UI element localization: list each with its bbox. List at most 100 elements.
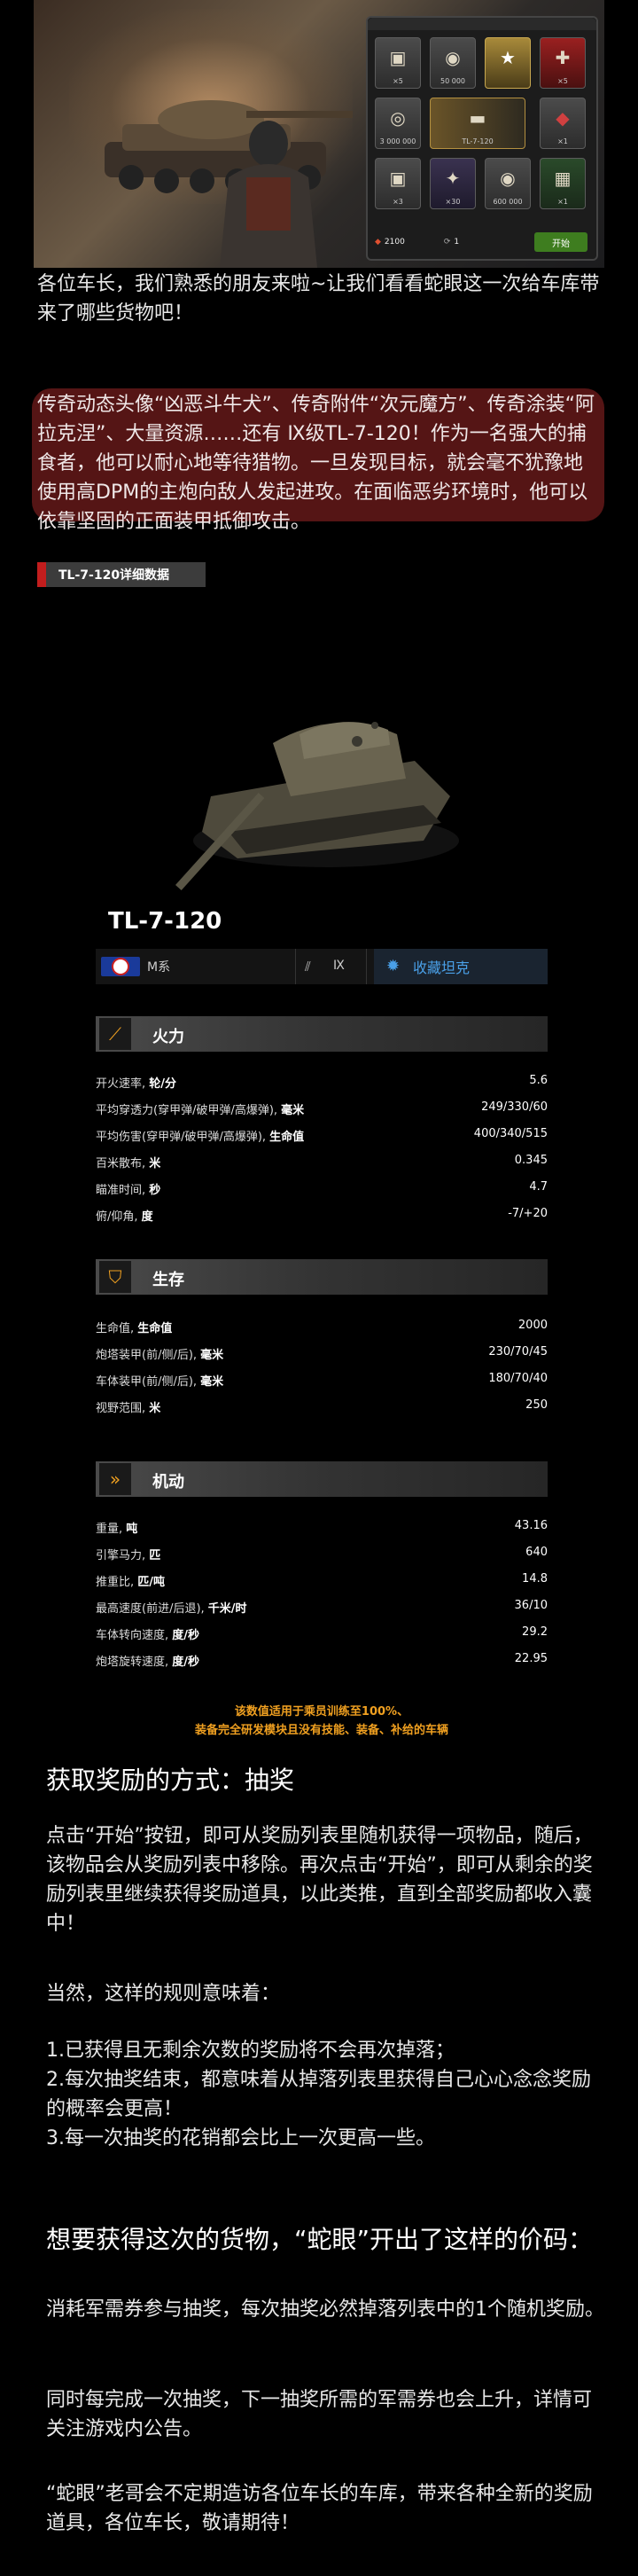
tank-render — [175, 722, 459, 891]
stat-label: 平均伤害(穿甲弹/破甲弹/高爆弹), — [96, 1131, 270, 1144]
stat-row: 平均伤害(穿甲弹/破甲弹/高爆弹), 生命值 400/340/515 — [96, 1121, 548, 1147]
stat-row: 平均穿透力(穿甲弹/破甲弹/高爆弹), 毫米 249/330/60 — [96, 1094, 548, 1121]
price-title: 想要获得这次的货物，“蛇眼”开出了这样的价码： — [46, 2225, 594, 2254]
stat-label: 生命值, — [96, 1322, 138, 1335]
chevrons-right-icon: » — [99, 1463, 131, 1495]
category-firepower: ⟋ 火力 — [96, 1016, 548, 1052]
reward-tile[interactable]: ◆ ×1 — [540, 98, 586, 149]
stat-label: 炮塔旋转速度, — [96, 1656, 173, 1669]
stat-label: 俯/仰角, — [96, 1210, 142, 1224]
stat-value: 250 — [525, 1398, 548, 1412]
stat-unit: 度 — [141, 1210, 153, 1224]
stat-value: 29.2 — [522, 1625, 548, 1639]
stat-row: 视野范围, 米 250 — [96, 1392, 548, 1419]
stat-row: 重量, 吨 43.16 — [96, 1513, 548, 1539]
reward-tile[interactable]: ★ — [485, 37, 531, 89]
stat-label: 炮塔装甲(前/侧/后), — [96, 1349, 201, 1362]
stat-name: 车体装甲(前/侧/后), 毫米 — [96, 1372, 223, 1389]
tank-box-icon: ▣ — [389, 168, 407, 189]
stat-value: 4.7 — [529, 1180, 548, 1194]
stat-label: 车体装甲(前/侧/后), — [96, 1375, 201, 1389]
reward-tile[interactable]: ▦ ×1 — [540, 158, 586, 209]
stat-label: 瞄准时间, — [96, 1184, 150, 1197]
start-button[interactable]: 开始 — [534, 232, 587, 252]
stat-unit: 米 — [149, 1157, 161, 1171]
tile-label: 3 000 000 — [379, 137, 416, 145]
stat-unit: 轮/分 — [149, 1077, 177, 1091]
collect-tank-button[interactable]: ✹ 收藏坦克 — [374, 949, 548, 984]
stat-value: 2000 — [517, 1319, 548, 1332]
stat-unit: 千米/时 — [207, 1602, 247, 1616]
reward-tile[interactable]: ◉ 600 000 — [485, 158, 531, 209]
category-mobility: » 机动 — [96, 1461, 548, 1497]
stat-name: 推重比, 匹/吨 — [96, 1572, 165, 1589]
stat-name: 车体转向速度, 度/秒 — [96, 1625, 199, 1642]
stat-unit: 毫米 — [200, 1349, 224, 1362]
tank-box-icon: ▣ — [389, 47, 407, 68]
tank-nation: M系 — [147, 960, 171, 975]
stat-name: 炮塔装甲(前/侧/后), 毫米 — [96, 1345, 223, 1362]
stat-row: 炮塔旋转速度, 度/秒 22.95 — [96, 1646, 548, 1672]
stat-value: 36/10 — [514, 1599, 548, 1612]
attempt-value: 1 — [454, 238, 460, 247]
stat-unit: 匹/吨 — [137, 1576, 166, 1589]
reward-tile[interactable]: ◎ 3 000 000 — [375, 98, 421, 149]
stat-name: 平均穿透力(穿甲弹/破甲弹/高爆弹), 毫米 — [96, 1100, 304, 1117]
stat-value: 249/330/60 — [481, 1100, 548, 1114]
category-label: 机动 — [152, 1473, 184, 1492]
silver-icon: ◉ — [500, 168, 516, 189]
stat-unit: 毫米 — [281, 1104, 305, 1117]
reward-tile[interactable]: ✚ ×5 — [540, 37, 586, 89]
stat-row: 最高速度(前进/后退), 千米/时 36/10 — [96, 1593, 548, 1619]
rule-item: 2.每次抽奖结束，都意味着从掉落列表里获得自己心心念念奖励的概率会更高！ — [46, 2069, 591, 2120]
stat-label: 开火速率, — [96, 1077, 150, 1091]
stat-name: 最高速度(前进/后退), 千米/时 — [96, 1599, 247, 1616]
stat-row: 车体转向速度, 度/秒 29.2 — [96, 1619, 548, 1646]
reward-tile-featured[interactable]: ▬ TL-7-120 — [430, 98, 525, 149]
rule-item: 3.每一次抽奖的花销都会比上一次更高一些。 — [46, 2127, 435, 2149]
gear-badge-icon: ✹ — [386, 957, 401, 975]
stat-name: 炮塔旋转速度, 度/秒 — [96, 1652, 199, 1669]
consumable-icon: ✦ — [445, 168, 461, 189]
stat-name: 俯/仰角, 度 — [96, 1207, 153, 1224]
stat-label: 引擎马力, — [96, 1549, 150, 1562]
reward-tile[interactable]: ▣ ×5 — [375, 37, 421, 89]
reward-tile[interactable]: ✦ ×30 — [430, 158, 476, 209]
how-to-paragraph: 点击“开始”按钮，即可从奖励列表里随机获得一项物品，随后，该物品会从奖励列表中移… — [46, 1825, 593, 1935]
stat-unit: 毫米 — [200, 1375, 224, 1389]
star-icon: ★ — [500, 47, 516, 68]
divider — [366, 949, 367, 984]
price-paragraph: 消耗军需券参与抽奖，每次抽奖必然掉落列表中的1个随机奖励。 — [46, 2298, 604, 2321]
shield-icon: ⛉ — [99, 1261, 131, 1293]
stat-label: 平均穿透力(穿甲弹/破甲弹/高爆弹), — [96, 1104, 282, 1117]
panel-header — [368, 18, 596, 30]
stat-label: 视野范围, — [96, 1402, 150, 1415]
stat-unit: 度/秒 — [172, 1629, 200, 1642]
stat-unit: 度/秒 — [172, 1656, 200, 1669]
nation-flag-icon — [101, 957, 140, 976]
tile-label: ×1 — [557, 137, 568, 145]
category-label: 生存 — [152, 1271, 184, 1289]
silver-stack-icon: ◎ — [390, 107, 406, 129]
stat-row: 车体装甲(前/侧/后), 毫米 180/70/40 — [96, 1366, 548, 1392]
red-crate-icon: ◆ — [556, 107, 570, 129]
stat-row: 引擎马力, 匹 640 — [96, 1539, 548, 1566]
reward-tile[interactable]: ▣ ×3 — [375, 158, 421, 209]
stat-name: 生命值, 生命值 — [96, 1319, 172, 1335]
tier-icon: ⫽ — [305, 959, 311, 975]
stat-name: 重量, 吨 — [96, 1519, 137, 1536]
silver-icon: ◉ — [445, 47, 461, 68]
stat-value: 14.8 — [522, 1572, 548, 1586]
stat-row: 瞄准时间, 秒 4.7 — [96, 1174, 548, 1201]
stat-name: 平均伤害(穿甲弹/破甲弹/高爆弹), 生命值 — [96, 1127, 304, 1144]
tile-label: ×5 — [393, 77, 403, 85]
divider — [295, 949, 296, 984]
tile-label: ×3 — [393, 198, 403, 206]
tile-label: ×1 — [557, 198, 568, 206]
tile-label: 50 000 — [440, 77, 465, 85]
closing-paragraph: “蛇眼”老哥会不定期造访各位车长的车库，带来各种全新的奖励道具，各位车长，敬请期… — [46, 2483, 593, 2534]
reward-tile[interactable]: ◉ 50 000 — [430, 37, 476, 89]
tile-label: ×30 — [445, 198, 461, 206]
stat-value: 400/340/515 — [473, 1127, 548, 1140]
attempt-icon: ⟳ — [443, 238, 451, 247]
